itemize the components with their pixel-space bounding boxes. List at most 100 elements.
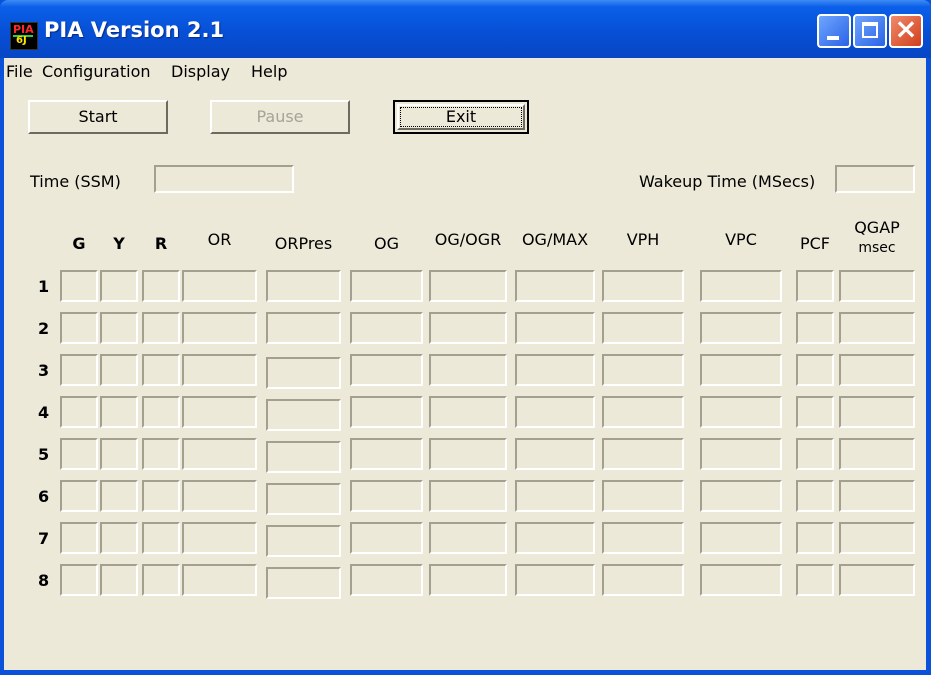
pause-button[interactable]: Pause bbox=[210, 100, 350, 134]
cell-or-8[interactable] bbox=[182, 564, 257, 596]
cell-y-2[interactable] bbox=[100, 312, 138, 344]
cell-r-3[interactable] bbox=[142, 354, 180, 386]
cell-og-ogr-3[interactable] bbox=[429, 354, 507, 386]
cell-vph-2[interactable] bbox=[602, 312, 684, 344]
menu-help[interactable]: Help bbox=[251, 62, 287, 81]
app-icon[interactable]: PIA 6J bbox=[10, 22, 38, 50]
cell-pcf-5[interactable] bbox=[796, 438, 834, 470]
cell-og-max-8[interactable] bbox=[515, 564, 595, 596]
cell-og-ogr-7[interactable] bbox=[429, 522, 507, 554]
cell-pcf-8[interactable] bbox=[796, 564, 834, 596]
cell-og-3[interactable] bbox=[350, 354, 423, 386]
cell-vph-5[interactable] bbox=[602, 438, 684, 470]
cell-or-4[interactable] bbox=[182, 396, 257, 428]
cell-og-max-3[interactable] bbox=[515, 354, 595, 386]
cell-og-max-4[interactable] bbox=[515, 396, 595, 428]
cell-g-5[interactable] bbox=[60, 438, 98, 470]
wakeup-time-field[interactable] bbox=[835, 165, 915, 193]
cell-g-7[interactable] bbox=[60, 522, 98, 554]
cell-vph-3[interactable] bbox=[602, 354, 684, 386]
cell-vpc-7[interactable] bbox=[700, 522, 782, 554]
cell-pcf-1[interactable] bbox=[796, 270, 834, 302]
cell-og-8[interactable] bbox=[350, 564, 423, 596]
cell-vph-7[interactable] bbox=[602, 522, 684, 554]
cell-r-4[interactable] bbox=[142, 396, 180, 428]
cell-qgap-3[interactable] bbox=[839, 354, 915, 386]
cell-qgap-1[interactable] bbox=[839, 270, 915, 302]
cell-r-2[interactable] bbox=[142, 312, 180, 344]
start-button[interactable]: Start bbox=[28, 100, 168, 134]
cell-og-ogr-5[interactable] bbox=[429, 438, 507, 470]
menu-configuration[interactable]: Configuration bbox=[42, 62, 151, 81]
title-bar[interactable]: PIA 6J PIA Version 2.1 × bbox=[0, 0, 931, 58]
cell-vpc-6[interactable] bbox=[700, 480, 782, 512]
cell-qgap-8[interactable] bbox=[839, 564, 915, 596]
cell-y-7[interactable] bbox=[100, 522, 138, 554]
cell-og-max-2[interactable] bbox=[515, 312, 595, 344]
cell-og-ogr-1[interactable] bbox=[429, 270, 507, 302]
cell-qgap-7[interactable] bbox=[839, 522, 915, 554]
cell-vph-6[interactable] bbox=[602, 480, 684, 512]
cell-r-7[interactable] bbox=[142, 522, 180, 554]
cell-og-4[interactable] bbox=[350, 396, 423, 428]
maximize-button[interactable] bbox=[853, 14, 887, 48]
cell-qgap-4[interactable] bbox=[839, 396, 915, 428]
cell-or-7[interactable] bbox=[182, 522, 257, 554]
cell-orpres-3[interactable] bbox=[266, 357, 341, 389]
cell-og-max-7[interactable] bbox=[515, 522, 595, 554]
cell-y-1[interactable] bbox=[100, 270, 138, 302]
cell-orpres-4[interactable] bbox=[266, 399, 341, 431]
cell-orpres-1[interactable] bbox=[266, 270, 341, 302]
cell-orpres-2[interactable] bbox=[266, 312, 341, 344]
cell-og-max-5[interactable] bbox=[515, 438, 595, 470]
cell-y-6[interactable] bbox=[100, 480, 138, 512]
cell-or-3[interactable] bbox=[182, 354, 257, 386]
cell-orpres-8[interactable] bbox=[266, 567, 341, 599]
cell-vpc-1[interactable] bbox=[700, 270, 782, 302]
cell-vpc-5[interactable] bbox=[700, 438, 782, 470]
cell-y-5[interactable] bbox=[100, 438, 138, 470]
cell-orpres-6[interactable] bbox=[266, 483, 341, 515]
cell-vph-8[interactable] bbox=[602, 564, 684, 596]
cell-og-max-6[interactable] bbox=[515, 480, 595, 512]
cell-orpres-5[interactable] bbox=[266, 441, 341, 473]
cell-y-3[interactable] bbox=[100, 354, 138, 386]
cell-vpc-8[interactable] bbox=[700, 564, 782, 596]
exit-button[interactable]: Exit bbox=[393, 100, 529, 134]
cell-g-6[interactable] bbox=[60, 480, 98, 512]
cell-og-ogr-8[interactable] bbox=[429, 564, 507, 596]
cell-g-2[interactable] bbox=[60, 312, 98, 344]
cell-or-6[interactable] bbox=[182, 480, 257, 512]
cell-qgap-5[interactable] bbox=[839, 438, 915, 470]
cell-pcf-2[interactable] bbox=[796, 312, 834, 344]
cell-og-ogr-6[interactable] bbox=[429, 480, 507, 512]
cell-or-5[interactable] bbox=[182, 438, 257, 470]
cell-or-2[interactable] bbox=[182, 312, 257, 344]
cell-y-8[interactable] bbox=[100, 564, 138, 596]
cell-pcf-7[interactable] bbox=[796, 522, 834, 554]
cell-g-4[interactable] bbox=[60, 396, 98, 428]
cell-og-7[interactable] bbox=[350, 522, 423, 554]
cell-qgap-6[interactable] bbox=[839, 480, 915, 512]
menu-file[interactable]: File bbox=[6, 62, 33, 81]
cell-og-6[interactable] bbox=[350, 480, 423, 512]
cell-vpc-2[interactable] bbox=[700, 312, 782, 344]
cell-og-ogr-4[interactable] bbox=[429, 396, 507, 428]
cell-r-8[interactable] bbox=[142, 564, 180, 596]
cell-qgap-2[interactable] bbox=[839, 312, 915, 344]
cell-y-4[interactable] bbox=[100, 396, 138, 428]
cell-pcf-4[interactable] bbox=[796, 396, 834, 428]
menu-display[interactable]: Display bbox=[171, 62, 230, 81]
cell-vph-4[interactable] bbox=[602, 396, 684, 428]
cell-og-1[interactable] bbox=[350, 270, 423, 302]
cell-og-2[interactable] bbox=[350, 312, 423, 344]
cell-g-8[interactable] bbox=[60, 564, 98, 596]
cell-r-1[interactable] bbox=[142, 270, 180, 302]
cell-og-max-1[interactable] bbox=[515, 270, 595, 302]
cell-r-5[interactable] bbox=[142, 438, 180, 470]
close-button[interactable]: × bbox=[889, 13, 923, 48]
cell-orpres-7[interactable] bbox=[266, 525, 341, 557]
cell-r-6[interactable] bbox=[142, 480, 180, 512]
minimize-button[interactable] bbox=[817, 14, 851, 48]
cell-vpc-3[interactable] bbox=[700, 354, 782, 386]
